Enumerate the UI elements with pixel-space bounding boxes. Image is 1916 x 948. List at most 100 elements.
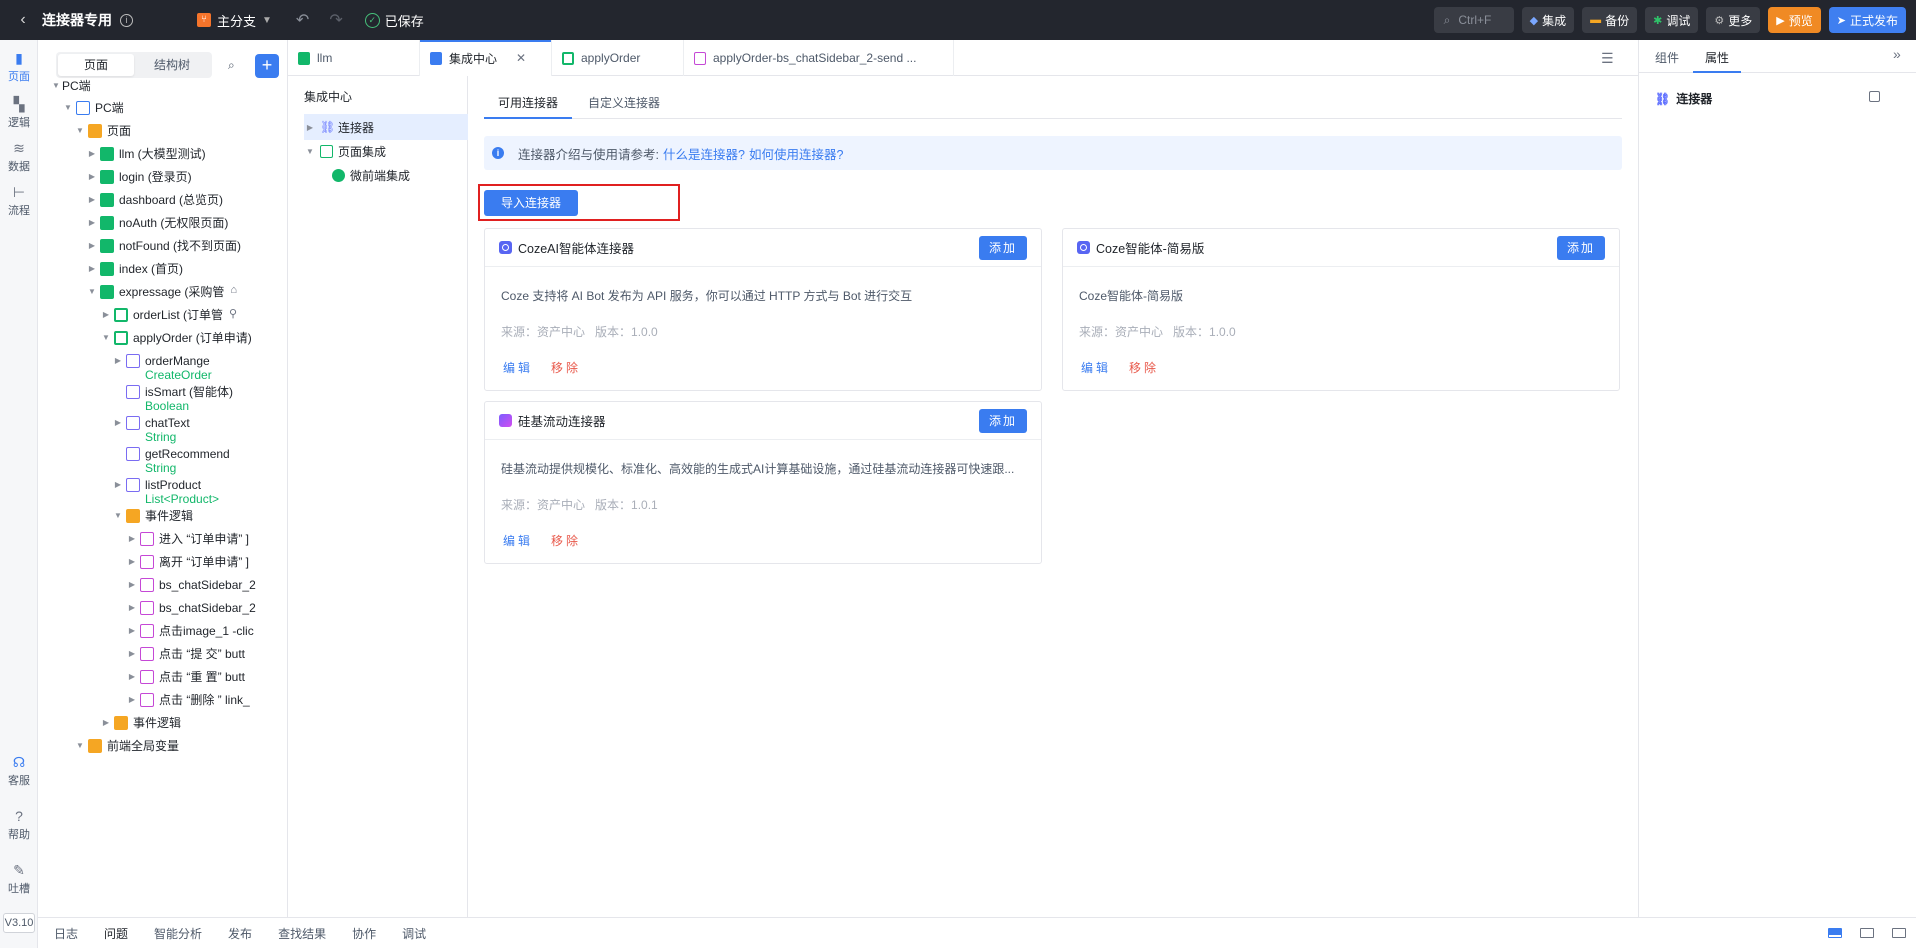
tab-label: llm xyxy=(317,51,333,65)
remove-link[interactable]: 移除 xyxy=(551,359,581,376)
variable-icon xyxy=(126,354,140,368)
tab-integration-center[interactable]: 集成中心 ✕ xyxy=(420,40,552,76)
rail-item-feedback[interactable]: ✎ 吐槽 xyxy=(0,862,38,896)
tree-node[interactable]: ▶ listProduct List<Product> xyxy=(112,477,219,506)
import-connector-button[interactable]: 导入连接器 xyxy=(484,190,578,216)
back-icon[interactable]: ‹ xyxy=(10,11,36,29)
tree-node[interactable]: ▶ 离开 “订单申请” ] xyxy=(126,554,249,570)
rail-item-help[interactable]: ? 帮助 xyxy=(0,808,38,842)
tree-node[interactable]: ▶ login (登录页) xyxy=(86,169,192,185)
branch-selector[interactable]: ⑂ 主分支 ▼ xyxy=(197,11,272,30)
tree-node[interactable]: ▼ PC端 xyxy=(62,100,124,116)
layout-split-icon[interactable] xyxy=(1860,928,1874,938)
tab-applyorder[interactable]: applyOrder xyxy=(552,40,684,76)
bottom-tab-log[interactable]: 日志 xyxy=(54,925,78,942)
nav-item-page-integration[interactable]: ▼ 页面集成 xyxy=(304,138,468,164)
integration-button[interactable]: ◆ 集成 xyxy=(1521,7,1575,33)
rail-item-service[interactable]: ☊ 客服 xyxy=(0,754,38,788)
tree-node[interactable]: ▶ 点击 “提 交” butt xyxy=(126,646,245,662)
bottom-tab-collab[interactable]: 协作 xyxy=(352,925,376,942)
tree-node[interactable]: ▼ PC端 xyxy=(50,78,91,94)
global-search[interactable]: ⌕ Ctrl+F xyxy=(1433,7,1514,33)
tab-components[interactable]: 组件 xyxy=(1655,49,1679,66)
rail-item-data[interactable]: ≋ 数据 xyxy=(0,140,38,174)
segment-structure[interactable]: 结构树 xyxy=(134,54,210,76)
layout-bottom-icon[interactable] xyxy=(1828,928,1842,938)
tree-node[interactable]: ▶ llm (大模型测试) xyxy=(86,146,206,162)
tree-node[interactable]: isSmart (智能体) Boolean xyxy=(112,384,233,413)
tree-node[interactable]: ▶ bs_chatSidebar_2 xyxy=(126,577,256,593)
bottom-tab-debug[interactable]: 调试 xyxy=(402,925,426,942)
tree-node[interactable]: ▼ applyOrder (订单申请) xyxy=(100,330,252,346)
tree-node[interactable]: ▼ 事件逻辑 xyxy=(112,508,193,524)
tab-properties[interactable]: 属性 xyxy=(1705,49,1729,66)
tree-node[interactable]: ▶ 点击 “删除 ” link_ xyxy=(126,692,250,708)
edit-link[interactable]: 编辑 xyxy=(503,359,533,376)
page-file-icon xyxy=(114,331,128,345)
apps-icon xyxy=(332,168,345,182)
tree-node[interactable]: ▶ orderList (订单管 ⚲ xyxy=(100,307,237,323)
connector-card-description: 硅基流动提供规模化、标准化、高效能的生成式AI计算基础设施，通过硅基流动连接器可… xyxy=(501,462,1015,476)
tree-node[interactable]: ▼ 前端全局变量 xyxy=(74,738,179,754)
add-page-button[interactable]: + xyxy=(255,54,279,78)
add-connector-button[interactable]: 添加 xyxy=(979,408,1027,433)
backup-button[interactable]: ▬ 备份 xyxy=(1582,7,1638,33)
flow-icon: ⊢ xyxy=(12,184,26,200)
tab-available-connectors[interactable]: 可用连接器 xyxy=(484,94,573,119)
preview-button[interactable]: ▶ 预览 xyxy=(1768,7,1821,33)
tree-node[interactable]: ▶ chatText String xyxy=(112,415,190,444)
debug-button[interactable]: ✱ 调试 xyxy=(1645,7,1699,33)
collapse-panel-icon[interactable]: » xyxy=(1893,46,1901,62)
layers-icon: ◆ xyxy=(1529,14,1539,27)
rail-item-flow[interactable]: ⊢ 流程 xyxy=(0,184,38,218)
tree-node[interactable]: ▶ dashboard (总览页) xyxy=(86,192,223,208)
tab-list-icon[interactable]: ☰ xyxy=(1601,50,1614,67)
copy-icon[interactable] xyxy=(1869,91,1880,102)
close-icon[interactable]: ✕ xyxy=(516,51,526,65)
publish-button[interactable]: ➤ 正式发布 xyxy=(1828,7,1906,33)
bottom-tab-analysis[interactable]: 智能分析 xyxy=(154,925,202,942)
tree-node[interactable]: ▼ 页面 xyxy=(74,123,131,139)
tree-node[interactable]: ▶ 进入 “订单申请” ] xyxy=(126,531,249,547)
nav-item-micro-frontend[interactable]: 微前端集成 xyxy=(328,162,468,188)
more-button[interactable]: ⚙ 更多 xyxy=(1706,7,1761,33)
caret-right-icon: ▶ xyxy=(88,172,96,181)
caret-right-icon: ▶ xyxy=(88,195,96,204)
tree-node[interactable]: ▶ 点击image_1 -clic xyxy=(126,623,254,639)
nav-item-connector[interactable]: ▶ ⛓ 连接器 xyxy=(304,114,468,140)
info-icon[interactable]: i xyxy=(120,13,133,27)
bottom-tab-publish[interactable]: 发布 xyxy=(228,925,252,942)
bottom-tab-search-results[interactable]: 查找结果 xyxy=(278,925,326,942)
undo-icon[interactable]: ↶ xyxy=(296,10,309,30)
tree-node[interactable]: ▶ orderMange CreateOrder xyxy=(112,353,212,382)
tree-node[interactable]: ▶ 点击 “重 置” butt xyxy=(126,669,245,685)
info-notice: i 连接器介绍与使用请参考: 什么是连接器? 如何使用连接器? xyxy=(484,136,1622,170)
tree-node[interactable]: ▶ notFound (找不到页面) xyxy=(86,238,241,254)
remove-link[interactable]: 移除 xyxy=(1129,359,1159,376)
how-to-use-connector-link[interactable]: 如何使用连接器? xyxy=(749,144,843,163)
rail-item-page[interactable]: ▮ 页面 xyxy=(0,50,38,84)
tab-llm[interactable]: llm xyxy=(288,40,420,76)
tab-applyorder-logic[interactable]: applyOrder-bs_chatSidebar_2-send ... xyxy=(684,40,954,76)
add-connector-button[interactable]: 添加 xyxy=(979,235,1027,260)
integration-nav-title: 集成中心 xyxy=(304,90,353,104)
search-icon[interactable]: ⌕ xyxy=(228,58,235,73)
tree-node[interactable]: ▶ 事件逻辑 xyxy=(100,715,181,731)
segment-pages[interactable]: 页面 xyxy=(58,54,134,76)
edit-link[interactable]: 编辑 xyxy=(1081,359,1111,376)
rail-item-logic[interactable]: ▚ 逻辑 xyxy=(0,96,38,130)
what-is-connector-link[interactable]: 什么是连接器? xyxy=(663,144,745,163)
tree-node[interactable]: ▶ bs_chatSidebar_2 xyxy=(126,600,256,616)
tree-node[interactable]: ▶ index (首页) xyxy=(86,261,183,277)
layout-full-icon[interactable] xyxy=(1892,928,1906,938)
tab-custom-connectors[interactable]: 自定义连接器 xyxy=(574,94,674,119)
redo-icon[interactable]: ↷ xyxy=(329,10,342,30)
tree-node[interactable]: getRecommend String xyxy=(112,446,230,475)
tree-node[interactable]: ▼ expressage (采购管 ⌂ xyxy=(86,284,237,300)
remove-link[interactable]: 移除 xyxy=(551,532,581,549)
tree-node[interactable]: ▶ noAuth (无权限页面) xyxy=(86,215,228,231)
add-connector-button[interactable]: 添加 xyxy=(1557,235,1605,260)
bottom-tab-issues[interactable]: 问题 xyxy=(104,925,128,942)
edit-link[interactable]: 编辑 xyxy=(503,532,533,549)
bug-icon: ✱ xyxy=(1653,14,1663,27)
